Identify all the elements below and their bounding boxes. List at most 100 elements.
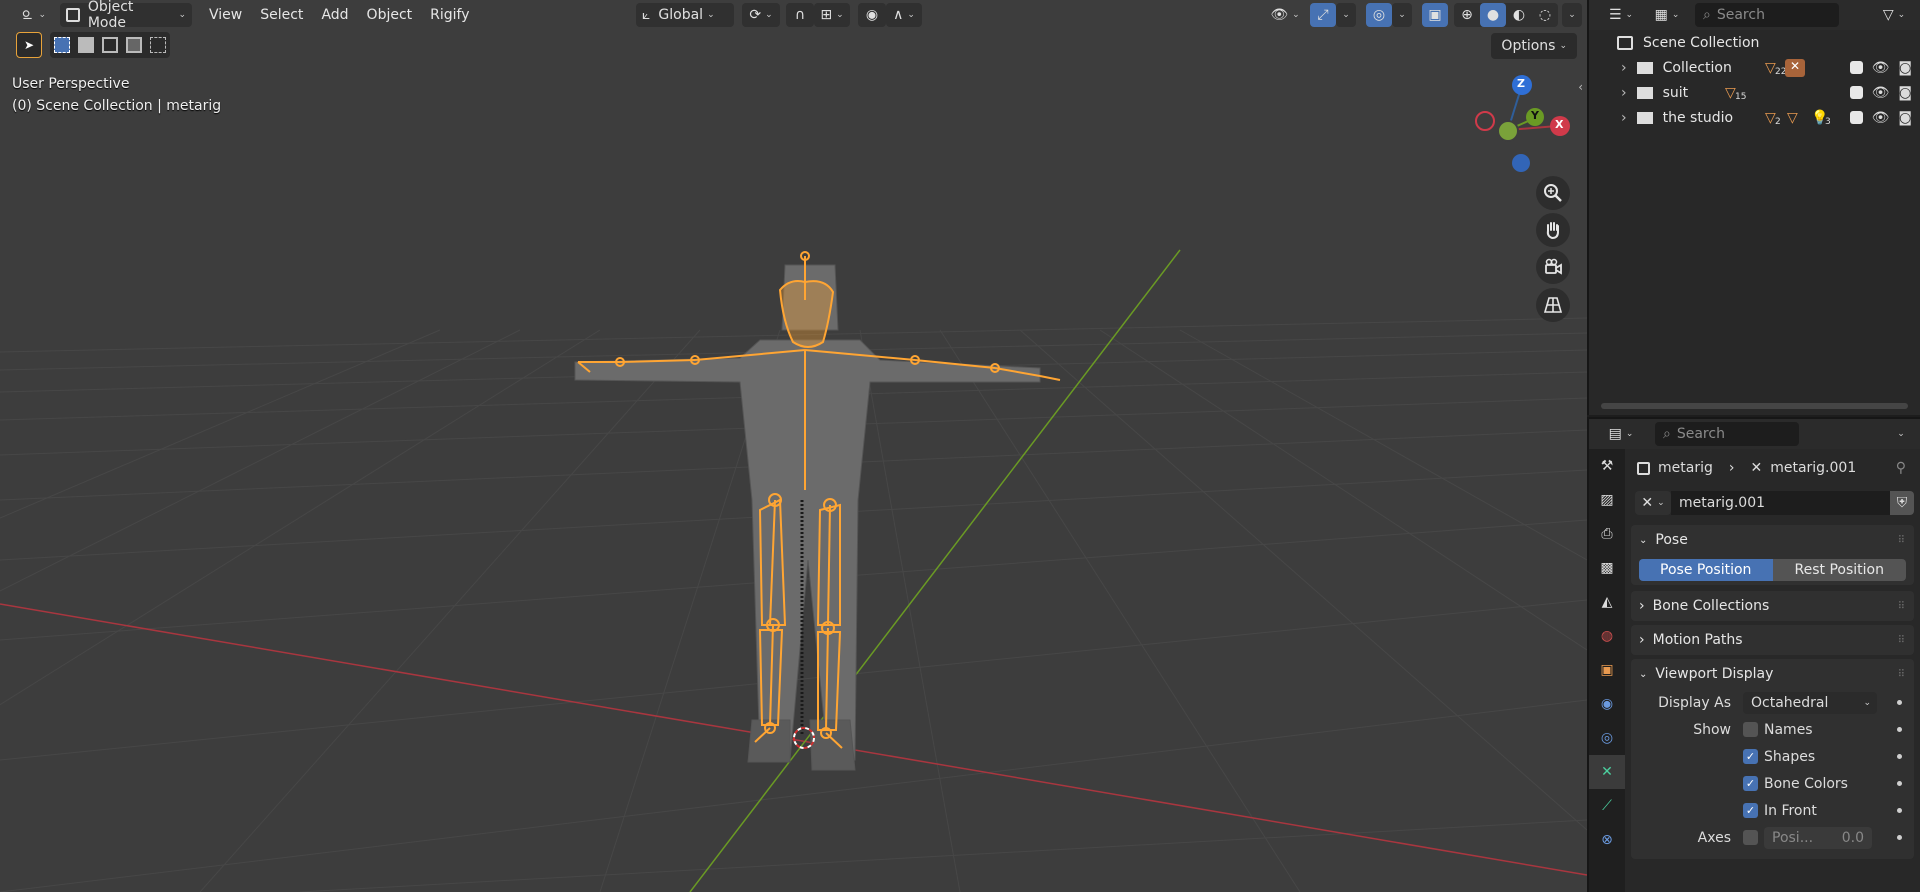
exclude-checkbox[interactable] [1849, 111, 1863, 124]
eye-visibility-icon[interactable]: 👁 [1872, 60, 1890, 76]
tab-armature-data[interactable]: ✕ [1589, 755, 1625, 789]
tab-output[interactable]: ⎙ [1589, 517, 1625, 551]
outliner-scrollbar[interactable] [1601, 403, 1908, 409]
drag-grip-icon[interactable]: ⠿ [1898, 535, 1906, 546]
tab-view-layer[interactable]: ▩ [1589, 551, 1625, 585]
shading-dropdown[interactable]: ⌄ [1562, 3, 1582, 27]
display-as-dropdown[interactable]: Octahedral ⌄ [1743, 691, 1877, 714]
keyframe-dot[interactable] [1897, 754, 1902, 759]
zoom-icon[interactable] [1536, 176, 1570, 210]
motion-paths-header[interactable]: › Motion Paths ⠿ [1631, 625, 1914, 655]
tab-bone[interactable]: ⟋ [1589, 789, 1625, 823]
menu-view[interactable]: View [200, 3, 251, 27]
select-new-icon[interactable] [54, 37, 70, 53]
bone-colors-checkbox[interactable]: ✓ [1743, 776, 1758, 791]
outliner-editor-type-button[interactable]: ☰ ⌄ [1603, 3, 1639, 27]
snap-toggle[interactable]: ∩ [786, 3, 814, 27]
tab-modifiers[interactable]: ◉ [1589, 687, 1625, 721]
viewport-display-header[interactable]: ⌄ Viewport Display ⠿ [1631, 659, 1914, 689]
tab-tool[interactable]: ⚒ [1589, 449, 1625, 483]
keyframe-dot[interactable] [1897, 835, 1902, 840]
gizmo-toggle[interactable]: ⤢ [1310, 3, 1336, 27]
axes-checkbox[interactable] [1743, 830, 1758, 845]
material-shading-icon[interactable]: ◐ [1506, 3, 1532, 27]
select-subtract-icon[interactable] [102, 37, 118, 53]
drag-grip-icon[interactable]: ⠿ [1898, 601, 1906, 612]
outliner-item[interactable]: › Collection ▽ 22 ✕ 👁 ◙ [1589, 55, 1920, 80]
snap-target-selector[interactable]: ⊞ ⌄ [814, 3, 850, 27]
render-camera-icon[interactable]: ◙ [1898, 60, 1912, 76]
keyframe-dot[interactable] [1897, 781, 1902, 786]
solid-shading-icon[interactable]: ● [1480, 3, 1506, 27]
fake-user-shield-icon[interactable]: ⛨ [1890, 491, 1914, 515]
filter-button[interactable]: ▽ ⌄ [1876, 3, 1912, 27]
mode-selector[interactable]: Object Mode ⌄ [60, 0, 192, 31]
rest-position-button[interactable]: Rest Position [1772, 559, 1906, 581]
wireframe-shading-icon[interactable]: ⊕ [1454, 3, 1480, 27]
visibility-selector[interactable]: 👁 ⌄ [1264, 3, 1306, 27]
camera-view-icon[interactable] [1536, 250, 1570, 284]
select-extend-icon[interactable] [78, 37, 94, 53]
properties-editor-type-button[interactable]: ▤ ⌄ [1603, 422, 1639, 446]
shapes-checkbox[interactable]: ✓ [1743, 749, 1758, 764]
tab-scene[interactable]: ◭ [1589, 585, 1625, 619]
select-tool-button[interactable]: ➤ [16, 32, 42, 58]
menu-object[interactable]: Object [358, 3, 422, 27]
drag-grip-icon[interactable]: ⠿ [1898, 635, 1906, 646]
keyframe-dot[interactable] [1897, 700, 1902, 705]
pin-icon[interactable]: ⚲ [1896, 460, 1906, 476]
pan-hand-icon[interactable] [1536, 213, 1570, 247]
gizmo-dropdown[interactable]: ⌄ [1336, 3, 1356, 27]
menu-add[interactable]: Add [312, 3, 357, 27]
3d-viewport[interactable]: Z Y X ⌄ Object Mode ⌄ View Select Add Obj… [0, 0, 1587, 892]
keyframe-dot[interactable] [1897, 727, 1902, 732]
menu-rigify[interactable]: Rigify [421, 3, 478, 27]
properties-options-dropdown[interactable]: ⌄ [1890, 422, 1912, 446]
exclude-checkbox[interactable] [1849, 86, 1863, 99]
outliner-search-field[interactable]: ⌕ Search [1695, 3, 1839, 27]
pose-position-button[interactable]: Pose Position [1639, 559, 1773, 581]
display-mode-button[interactable]: ▦ ⌄ [1647, 3, 1687, 27]
editor-type-button[interactable]: ⌄ [16, 3, 52, 27]
expand-arrow-icon[interactable]: › [1621, 60, 1627, 76]
pose-section-header[interactable]: ⌄ Pose ⠿ [1631, 525, 1914, 555]
select-intersect-icon[interactable] [150, 37, 166, 53]
select-invert-icon[interactable] [126, 37, 142, 53]
proportional-edit-toggle[interactable]: ◉ [858, 3, 886, 27]
falloff-selector[interactable]: ∧ ⌄ [886, 3, 922, 27]
names-checkbox[interactable] [1743, 722, 1758, 737]
bone-collections-header[interactable]: › Bone Collections ⠿ [1631, 591, 1914, 621]
tab-world[interactable]: ◍ [1589, 619, 1625, 653]
datablock-name-field[interactable]: metarig.001 [1671, 491, 1890, 515]
tab-physics[interactable]: ◎ [1589, 721, 1625, 755]
eye-visibility-icon[interactable]: 👁 [1872, 110, 1890, 126]
properties-search-field[interactable]: ⌕ Search [1655, 422, 1799, 446]
rendered-shading-icon[interactable]: ◌ [1532, 3, 1558, 27]
drag-grip-icon[interactable]: ⠿ [1898, 669, 1906, 680]
eye-visibility-icon[interactable]: 👁 [1872, 85, 1890, 101]
datablock-browse-button[interactable]: ✕ ⌄ [1635, 491, 1671, 515]
axes-position-field[interactable]: Posi... 0.0 [1764, 826, 1872, 849]
expand-arrow-icon[interactable]: › [1621, 85, 1627, 101]
viewport-scene[interactable] [0, 0, 1587, 892]
overlays-dropdown[interactable]: ⌄ [1392, 3, 1412, 27]
transform-orientation-selector[interactable]: ⟀ Global ⌄ [636, 3, 734, 27]
in-front-checkbox[interactable]: ✓ [1743, 803, 1758, 818]
pivot-point-selector[interactable]: ⟳ ⌄ [742, 3, 780, 27]
perspective-grid-icon[interactable] [1536, 288, 1570, 322]
tab-object[interactable]: ▣ [1589, 653, 1625, 687]
expand-arrow-icon[interactable]: › [1621, 110, 1627, 126]
menu-select[interactable]: Select [251, 3, 312, 27]
exclude-checkbox[interactable] [1849, 61, 1863, 74]
options-dropdown[interactable]: Options ⌄ [1491, 33, 1577, 59]
tab-constraints[interactable]: ⊗ [1589, 823, 1625, 857]
xray-toggle[interactable]: ▣ [1422, 3, 1448, 27]
render-camera-icon[interactable]: ◙ [1898, 85, 1912, 101]
overlays-toggle[interactable]: ◎ [1366, 3, 1392, 27]
keyframe-dot[interactable] [1897, 808, 1902, 813]
outliner-root[interactable]: Scene Collection [1589, 30, 1920, 55]
sidebar-toggle-arrow[interactable]: ‹ [1578, 80, 1583, 94]
render-camera-icon[interactable]: ◙ [1898, 110, 1912, 126]
outliner-item[interactable]: › the studio ▽ 2 ▽ 💡 3 👁 ◙ [1589, 105, 1920, 130]
tab-render[interactable]: ▨ [1589, 483, 1625, 517]
